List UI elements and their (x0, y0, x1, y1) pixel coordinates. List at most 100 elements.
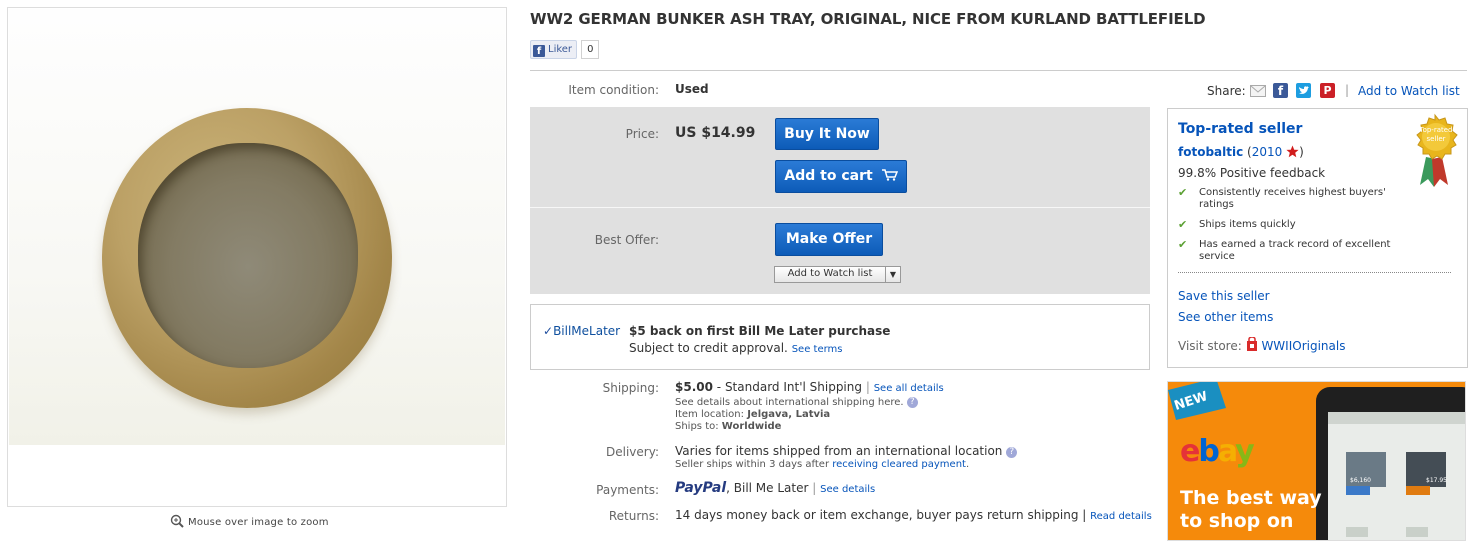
shipping-separator: | (865, 380, 870, 394)
buy-it-now-button[interactable]: Buy It Now (775, 118, 879, 150)
condition-label: Item condition: (568, 83, 659, 97)
seller-info-box: Top-rated seller Top-rated seller fotoba… (1167, 108, 1468, 368)
bill-me-later-check-icon: ✓ (543, 324, 554, 338)
returns-separator: | (1082, 508, 1087, 522)
cart-icon (881, 169, 898, 181)
ebay-logo: ebay (1180, 434, 1255, 469)
shipping-line: $5.00 - Standard Int'l Shipping | See al… (675, 380, 944, 394)
facebook-like-widget: f Liker 0 (530, 40, 600, 59)
ships-to-label: Ships to: (675, 421, 719, 432)
ad-tagline-line1: The best way (1180, 487, 1322, 509)
star-icon (1286, 145, 1299, 158)
seller-name-link[interactable]: fotobaltic (1178, 145, 1243, 159)
price-box-divider (530, 207, 1150, 208)
add-to-watch-list-button[interactable]: Add to Watch list ▼ (774, 266, 901, 283)
delivery-note-text: Seller ships within 3 days after (675, 459, 830, 470)
see-all-shipping-details-link[interactable]: See all details (874, 383, 944, 394)
returns-label: Returns: (608, 509, 659, 523)
payments-value: PayPal, Bill Me Later | See details (675, 480, 875, 496)
help-icon[interactable]: ? (1006, 447, 1018, 458)
save-seller-link[interactable]: Save this seller (1178, 289, 1270, 303)
see-other-items-link[interactable]: See other items (1178, 310, 1273, 324)
seller-bullet-text: Consistently receives highest buyers' ra… (1199, 187, 1386, 210)
delivery-value: Varies for items shipped from an interna… (675, 444, 1018, 458)
condition-value: Used (675, 82, 709, 96)
seller-bullet-text: Ships items quickly (1199, 219, 1296, 230)
email-share-icon[interactable] (1250, 83, 1266, 97)
read-return-details-link[interactable]: Read details (1090, 511, 1152, 522)
add-to-watch-list-link[interactable]: Add to Watch list (1358, 84, 1460, 98)
pinterest-share-icon[interactable]: P (1320, 83, 1335, 98)
seller-name-line: fotobaltic (2010 ) (1178, 145, 1304, 159)
intl-shipping-note-text: See details about international shipping… (675, 397, 904, 408)
returns-value-text: 14 days money back or item exchange, buy… (675, 508, 1079, 522)
add-to-cart-label: Add to cart (784, 168, 873, 184)
ad-tagline: The best way to shop on (1180, 487, 1322, 533)
store-name-link[interactable]: WWIIOriginals (1261, 339, 1345, 353)
top-rated-seller-badge-icon: Top-rated seller (1408, 113, 1462, 188)
bill-me-later-logo-text: BillMeLater (553, 324, 621, 338)
magnifier-icon (170, 514, 184, 528)
add-to-cart-button[interactable]: Add to cart (775, 160, 907, 193)
seller-score-link[interactable]: 2010 (1252, 145, 1283, 159)
visit-store-label: Visit store: (1178, 339, 1242, 353)
seller-feedback: 99.8% Positive feedback (1178, 166, 1326, 180)
facebook-like-count: 0 (581, 40, 600, 59)
top-rated-seller-heading: Top-rated seller (1178, 121, 1303, 137)
item-location: Item location: Jelgava, Latvia (675, 409, 830, 420)
payments-separator: | (812, 481, 817, 495)
shipping-method: - Standard Int'l Shipping (716, 380, 862, 394)
add-to-watch-list-button-label: Add to Watch list (787, 268, 873, 279)
delivery-label: Delivery: (606, 445, 659, 459)
ad-price-b: $17.95 (1426, 477, 1447, 484)
zoom-hint-text: Mouse over image to zoom (188, 517, 329, 528)
ad-tagline-line2: to shop on (1180, 510, 1294, 532)
ships-to-value: Worldwide (721, 421, 782, 432)
facebook-like-button[interactable]: f Liker (530, 40, 578, 59)
checkmark-icon: ✔ (1178, 186, 1188, 199)
item-photo-ashtray-bowl (138, 143, 358, 368)
checkmark-icon: ✔ (1178, 218, 1188, 231)
bill-me-later-logo: ✓BillMeLater (543, 324, 620, 338)
ships-to: Ships to: Worldwide (675, 421, 781, 432)
paypal-logo: PayPal (675, 480, 727, 496)
badge-text: Top-rated seller (1419, 126, 1453, 143)
item-location-label: Item location: (675, 409, 744, 420)
see-payment-details-link[interactable]: See details (820, 484, 875, 495)
twitter-share-icon[interactable] (1296, 83, 1311, 98)
ad-price-a: $6,160 (1350, 477, 1371, 484)
seller-bullet-text: Has earned a track record of excellent s… (1199, 239, 1391, 262)
zoom-hint: Mouse over image to zoom (170, 514, 329, 528)
payments-label: Payments: (596, 483, 659, 497)
store-icon (1246, 336, 1257, 351)
chevron-down-icon[interactable]: ▼ (885, 267, 900, 282)
price-label: Price: (625, 127, 659, 141)
make-offer-button[interactable]: Make Offer (775, 223, 883, 256)
bill-me-later-subtitle-text: Subject to credit approval. (629, 341, 788, 355)
facebook-icon: f (533, 45, 545, 57)
visit-store-line: Visit store: WWIIOriginals (1178, 336, 1345, 353)
ebay-ipad-ad[interactable]: NEW ebay The best way to shop on $6,160 … (1167, 381, 1466, 541)
returns-value: 14 days money back or item exchange, buy… (675, 508, 1152, 522)
delivery-note-suffix: . (965, 459, 970, 470)
facebook-share-icon[interactable]: f (1273, 83, 1288, 98)
share-label: Share: (1207, 84, 1246, 98)
bill-me-later-promo: ✓BillMeLater $5 back on first Bill Me La… (530, 304, 1150, 370)
shipping-cost: $5.00 (675, 380, 713, 394)
title-divider (530, 70, 1467, 71)
bill-me-later-subtitle: Subject to credit approval. See terms (629, 341, 842, 355)
shipping-label: Shipping: (602, 381, 659, 395)
help-icon[interactable]: ? (906, 397, 918, 408)
receiving-cleared-payment-link[interactable]: receiving cleared payment (832, 459, 966, 470)
price-value: US $14.99 (675, 125, 756, 141)
item-location-value: Jelgava, Latvia (747, 409, 831, 420)
payment-methods-text: , Bill Me Later (726, 481, 809, 495)
best-offer-label: Best Offer: (594, 233, 659, 247)
item-title: WW2 GERMAN BUNKER ASH TRAY, ORIGINAL, NI… (530, 10, 1206, 28)
see-terms-link[interactable]: See terms (792, 344, 843, 355)
share-separator: | (1345, 83, 1350, 97)
seller-divider (1178, 272, 1451, 273)
checkmark-icon: ✔ (1178, 238, 1188, 251)
bill-me-later-title: $5 back on first Bill Me Later purchase (629, 324, 891, 338)
item-image-panel[interactable] (7, 7, 507, 507)
